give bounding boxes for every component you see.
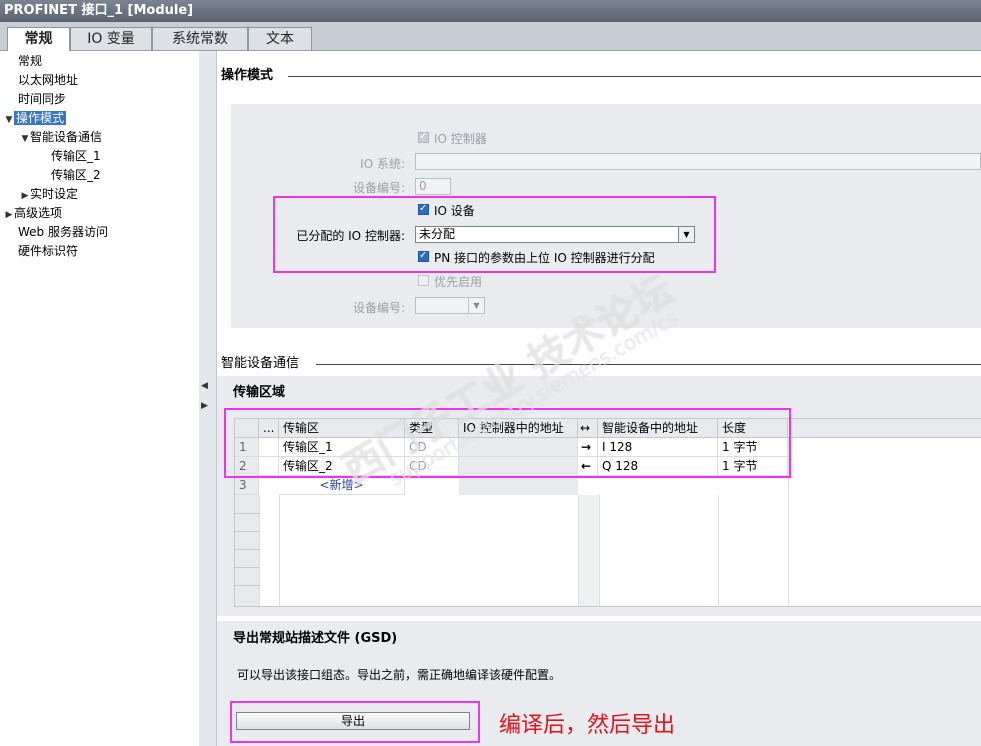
properties-content: 操作模式 IO 控制器 IO 系统: 设备编号: 0 IO 设备 已分配的 IO… xyxy=(217,51,981,746)
nav-item-web-server[interactable]: Web 服务器访问 xyxy=(18,223,108,242)
io-controller-label: IO 控制器 xyxy=(434,132,487,146)
nav-item-ethernet-address[interactable]: 以太网地址 xyxy=(18,71,78,90)
section-title-idevice: 智能设备通信 xyxy=(221,356,300,371)
tab-general[interactable]: 常规 xyxy=(7,27,70,51)
device-number-label: 设备编号: xyxy=(352,181,405,195)
nav-item-general[interactable]: 常规 xyxy=(18,52,42,71)
transfer-area-title: 传输区域 xyxy=(233,385,286,400)
window-title: PROFINET 接口_1 [Module] xyxy=(0,0,981,22)
priority-startup-checkbox xyxy=(418,275,429,286)
tab-system-constants[interactable]: 系统常数 xyxy=(152,27,248,50)
grid-line xyxy=(718,495,719,606)
nav-item-idevice-comm[interactable]: ▼ 智能设备通信 xyxy=(20,128,102,147)
io-system-field xyxy=(415,153,981,170)
table-header-filler xyxy=(788,419,981,438)
grid-line xyxy=(235,531,259,532)
device-number2-select: ▼ xyxy=(415,297,485,314)
expand-down-icon[interactable]: ▼ xyxy=(20,130,30,149)
nav-item-time-sync[interactable]: 时间同步 xyxy=(18,90,66,109)
annotation-compile-then-export: 编译后，然后导出 xyxy=(499,713,676,738)
chevron-down-icon: ▼ xyxy=(468,298,484,313)
io-system-label: IO 系统: xyxy=(360,157,405,171)
nav-item-transfer-area-2[interactable]: 传输区_2 xyxy=(51,166,101,185)
nav-item-transfer-area-1[interactable]: 传输区_1 xyxy=(51,147,101,166)
highlight-box-export xyxy=(230,701,480,743)
nav-item-advanced-options[interactable]: ▶ 高级选项 xyxy=(4,204,62,223)
navigation-tree: 常规 以太网地址 时间同步 ▼ 操作模式 ▼ 智能设备通信 传输区_1 传输区_2 … xyxy=(0,51,200,746)
tab-texts[interactable]: 文本 xyxy=(248,27,312,50)
grid-line xyxy=(235,567,259,568)
section-title-operating-mode: 操作模式 xyxy=(221,68,274,83)
collapse-left-icon[interactable]: ◀ xyxy=(201,381,208,391)
nav-item-realtime-settings[interactable]: ▶ 实时设定 xyxy=(20,185,78,204)
io-controller-checkbox xyxy=(418,131,429,143)
gsd-export-description: 可以导出该接口组态。导出之前，需正确地编译该硬件配置。 xyxy=(237,668,562,682)
table-row-number: 3 xyxy=(235,476,259,495)
table-cell-empty xyxy=(459,476,578,495)
expand-right-icon[interactable]: ▶ xyxy=(4,206,14,225)
expand-down-icon[interactable]: ▼ xyxy=(4,111,14,130)
grid-line xyxy=(235,549,259,550)
device-number-field: 0 xyxy=(415,178,451,195)
gsd-export-title: 导出常规站描述文件 (GSD) xyxy=(233,631,398,646)
add-new-row-link[interactable]: <新增> xyxy=(279,476,405,495)
grid-line xyxy=(279,495,280,606)
highlight-box-transfer-areas xyxy=(224,408,791,478)
highlight-box-io-device xyxy=(273,196,716,273)
expand-right-icon[interactable]: ▶ xyxy=(201,401,208,411)
nav-item-hardware-id[interactable]: 硬件标识符 xyxy=(18,242,78,261)
panel-splitter[interactable]: ◀ ▶ xyxy=(199,51,217,746)
tab-strip: 常规 IO 变量 系统常数 文本 xyxy=(0,22,981,51)
row-gutter xyxy=(235,495,260,606)
priority-startup-label: 优先启用 xyxy=(434,275,483,289)
grid-line xyxy=(259,495,260,606)
device-number2-label: 设备编号: xyxy=(352,301,405,315)
nav-item-operating-mode[interactable]: ▼ 操作模式 xyxy=(4,109,67,130)
grid-line xyxy=(235,585,259,586)
grid-line xyxy=(235,513,259,514)
section-divider xyxy=(316,364,981,365)
tab-io-tags[interactable]: IO 变量 xyxy=(70,27,152,50)
section-divider xyxy=(288,76,981,77)
grid-line xyxy=(578,495,600,606)
